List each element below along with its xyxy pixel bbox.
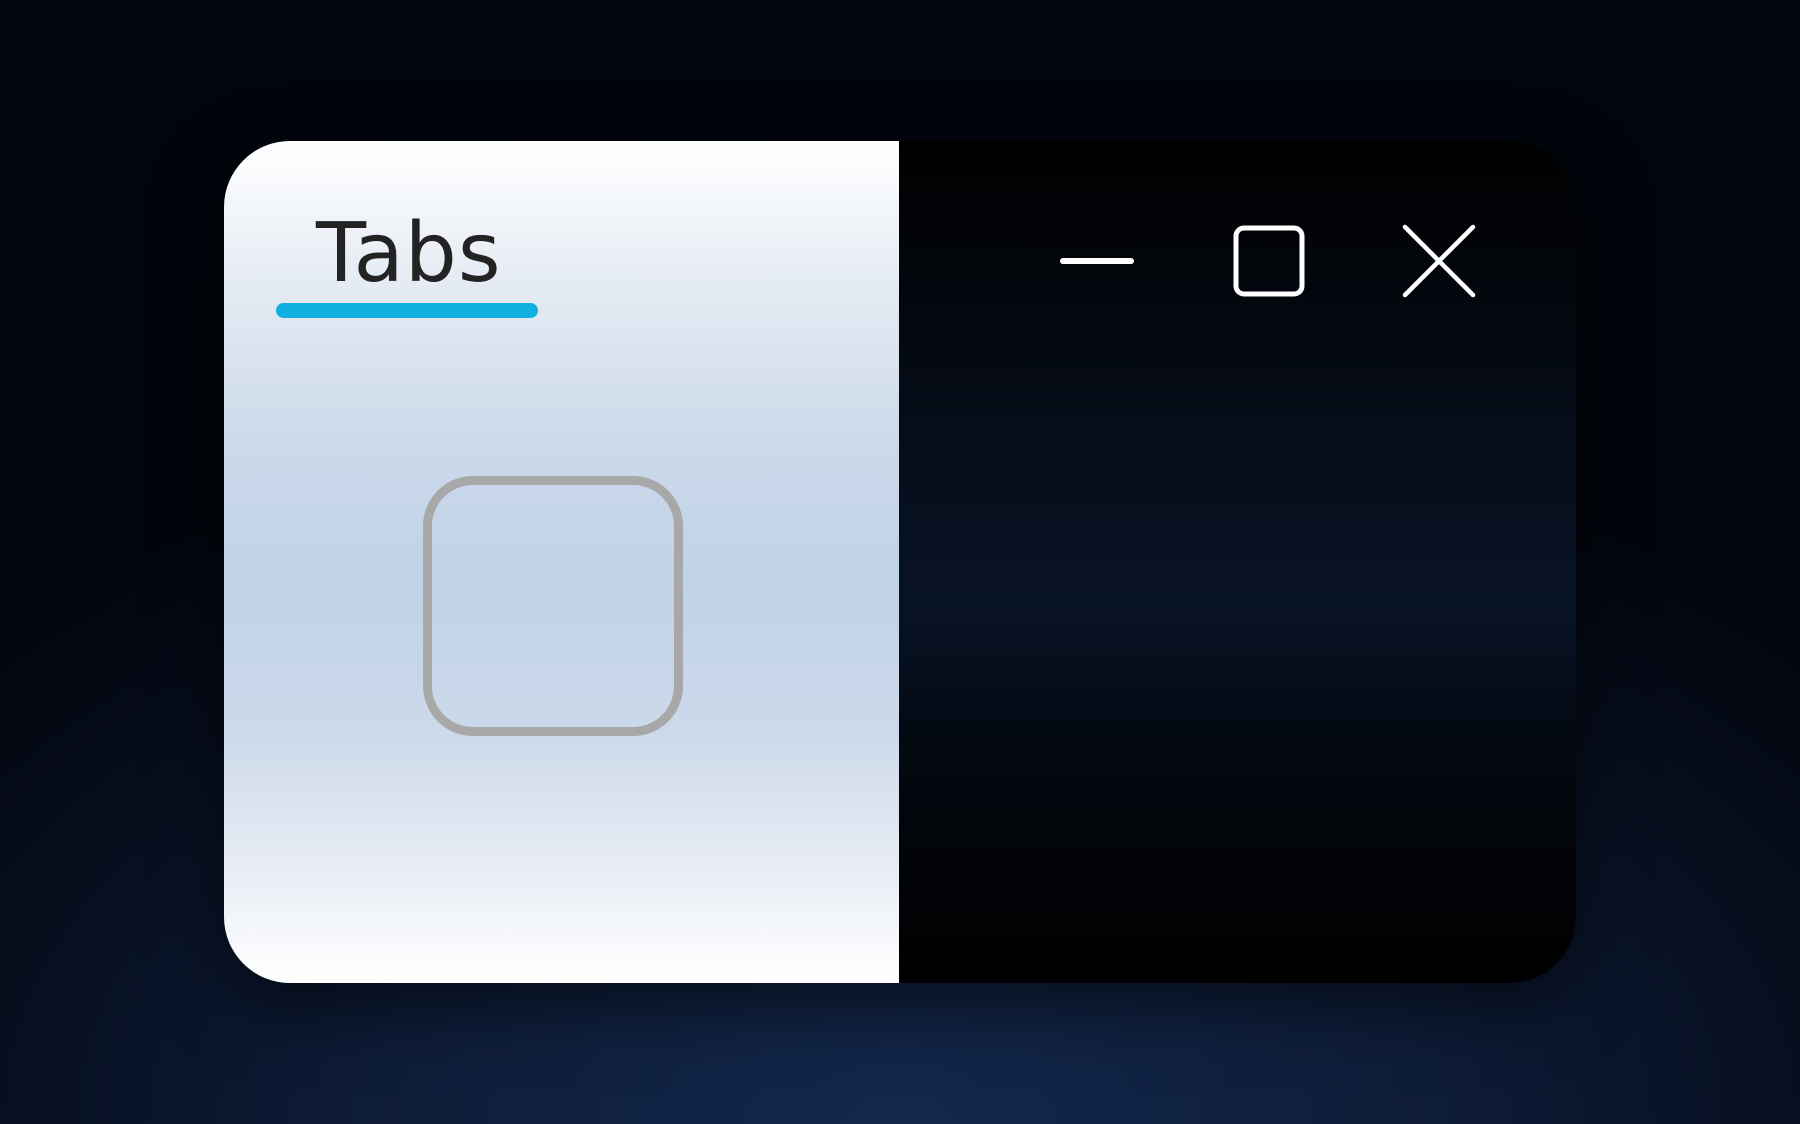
light-theme-pane: Tabs <box>224 141 899 983</box>
minimize-icon <box>1060 258 1134 264</box>
minimize-button[interactable] <box>1057 221 1137 301</box>
maximize-button[interactable] <box>1229 221 1309 301</box>
dark-theme-pane <box>899 141 1576 983</box>
tab-label: Tabs <box>316 206 502 301</box>
tab-tabs[interactable]: Tabs <box>276 213 540 325</box>
active-tab-indicator <box>276 303 538 318</box>
maximize-icon <box>1233 225 1305 297</box>
checkbox-unchecked[interactable] <box>423 476 683 736</box>
close-icon <box>1402 224 1476 298</box>
close-button[interactable] <box>1399 221 1479 301</box>
window: Tabs <box>224 141 1576 983</box>
